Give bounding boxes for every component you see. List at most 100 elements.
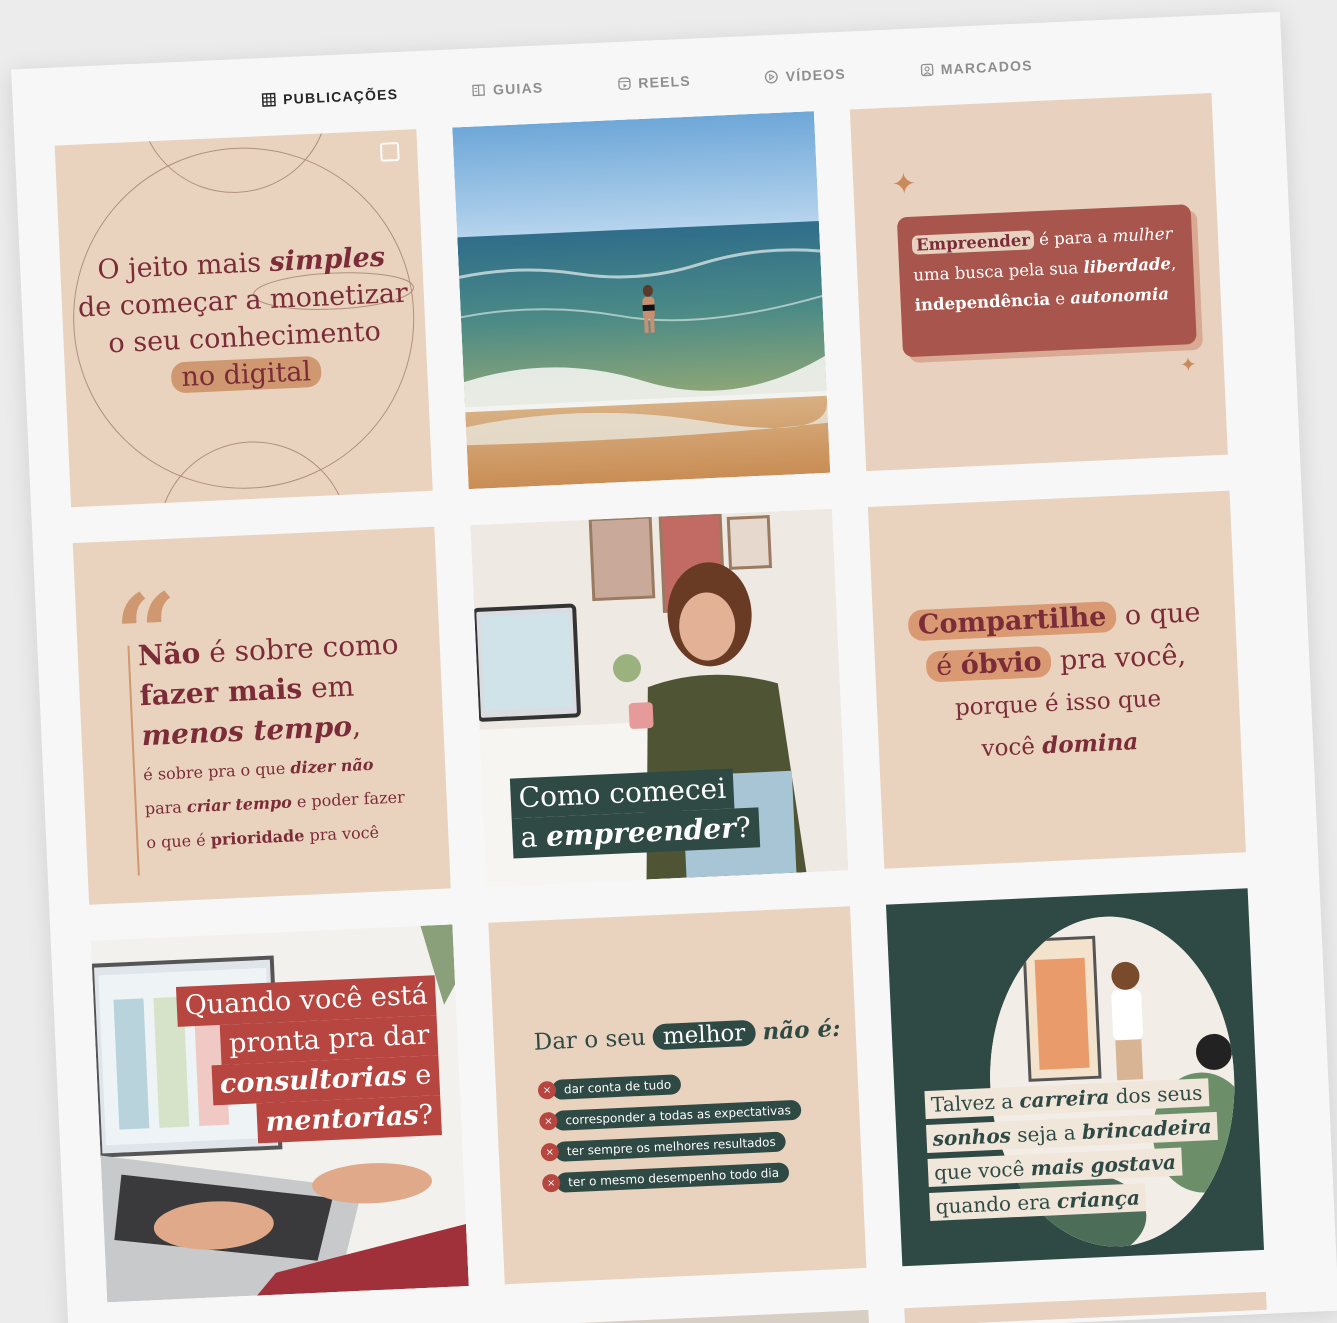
- tab-label: GUIAS: [492, 79, 544, 98]
- text-line: ,: [1170, 253, 1177, 274]
- text-emphasis: consultorias: [219, 1060, 408, 1101]
- post-consultorias[interactable]: Quando você está pronta pra dar consulto…: [90, 924, 469, 1303]
- list-item-label: ter o mesmo desempenho todo dia: [555, 1162, 790, 1193]
- text-emphasis: Não: [137, 636, 202, 673]
- text-line: O jeito mais: [96, 246, 271, 286]
- text-emphasis: independência: [914, 289, 1051, 315]
- text-emphasis: não é:: [761, 1014, 842, 1046]
- text-line: ?: [735, 810, 752, 845]
- text-emphasis: criar tempo: [186, 792, 293, 817]
- play-icon: [765, 70, 779, 84]
- posts-grid: O jeito mais simples de começar a moneti…: [54, 93, 1265, 1303]
- carousel-icon: [379, 141, 400, 162]
- text-line: ,: [351, 709, 362, 743]
- text-line: pra você,: [1050, 639, 1187, 677]
- quote-box: Empreender é para a mulher uma busca pel…: [896, 204, 1197, 358]
- text-line: em: [301, 669, 355, 705]
- post-title: Dar o seu melhor não é:: [533, 1015, 841, 1056]
- text-line: é para a: [1033, 226, 1114, 250]
- list-item: × corresponder a todas as expectativas: [539, 1099, 802, 1132]
- x-icon: ×: [541, 1173, 561, 1193]
- sparkle-icon: ✦: [890, 166, 918, 203]
- list-item-label: dar conta de tudo: [551, 1074, 682, 1100]
- tab-videos[interactable]: VÍDEOS: [764, 66, 846, 86]
- text-line: Talvez a: [930, 1088, 1020, 1117]
- text-emphasis: menos tempo: [140, 709, 353, 753]
- text-highlight: Empreender: [911, 230, 1035, 255]
- text-emphasis: autonomia: [1069, 284, 1170, 308]
- tab-label: PUBLICAÇÕES: [282, 85, 399, 108]
- list-item: × ter sempre os melhores resultados: [540, 1131, 802, 1163]
- text-emphasis: mulher: [1112, 223, 1173, 246]
- text-line: o que: [1115, 597, 1201, 632]
- text-line: pra você: [303, 822, 380, 845]
- text-highlight: Compartilhe: [907, 600, 1118, 642]
- stage: PUBLICAÇÕES GUIAS REELS VÍDEOS MARCADOS: [0, 0, 1337, 1323]
- x-icon: ×: [539, 1111, 558, 1131]
- post-nao-e-sobre[interactable]: “ Não é sobre como fazer mais em menos t…: [72, 526, 451, 905]
- text-emphasis: empreender: [545, 811, 737, 853]
- text-emphasis: sonhos: [932, 1123, 1012, 1151]
- text-emphasis: prioridade: [210, 825, 305, 850]
- tab-reels[interactable]: REELS: [617, 73, 691, 92]
- tab-label: VÍDEOS: [785, 65, 847, 85]
- post-compartilhe[interactable]: Compartilhe o que é óbvio pra você, porq…: [867, 490, 1246, 869]
- beach-photo: [452, 111, 831, 490]
- text-line: o que é: [145, 830, 212, 853]
- text-line: a: [519, 820, 547, 855]
- text-line: para: [144, 797, 188, 819]
- text-line: é sobre como: [199, 627, 400, 670]
- tab-label: MARCADOS: [940, 57, 1034, 78]
- text-emphasis: mentorias: [264, 1100, 420, 1138]
- post-caption: Como comecei a empreender?: [509, 767, 760, 859]
- post-caption: Talvez a carreira dos seus sonhos seja a…: [924, 1074, 1250, 1224]
- post-text: O jeito mais simples de começar a moneti…: [74, 238, 414, 401]
- tab-marcados[interactable]: MARCADOS: [919, 57, 1033, 78]
- x-icon: ×: [537, 1080, 557, 1100]
- reels-icon: [617, 77, 631, 90]
- post-text: Não é sobre como fazer mais em menos tem…: [137, 624, 429, 859]
- post-monetizar[interactable]: O jeito mais simples de começar a moneti…: [54, 129, 433, 508]
- tab-label: REELS: [637, 72, 692, 92]
- tab-guias[interactable]: GUIAS: [472, 79, 544, 98]
- list-item: × dar conta de tudo: [537, 1069, 800, 1101]
- text-highlight: melhor: [652, 1019, 756, 1051]
- text-line: é sobre pra o que: [142, 758, 291, 785]
- text-line: e poder fazer: [291, 787, 406, 812]
- text-line: seja a: [1010, 1120, 1083, 1148]
- list-item: × ter o mesmo desempenho todo dia: [541, 1162, 804, 1194]
- text-line: Dar o seu: [533, 1024, 647, 1056]
- post-beach-photo[interactable]: [452, 111, 831, 490]
- text-emphasis: dizer não: [289, 754, 374, 778]
- text-emphasis: brincadeira: [1081, 1114, 1213, 1144]
- sparkle-icon: ✦: [1179, 352, 1198, 377]
- checklist: × dar conta de tudo × corresponder a todas…: [537, 1069, 805, 1205]
- list-item-label: corresponder a todas as expectativas: [552, 1099, 802, 1131]
- text-line: uma busca pela sua: [913, 258, 1084, 285]
- grid-icon: [262, 92, 277, 107]
- text-line: quando era: [935, 1189, 1058, 1219]
- post-empreender[interactable]: ✦ ✦ Empreender é para a mulher uma busca…: [849, 93, 1228, 472]
- text-line: que você: [933, 1156, 1032, 1185]
- text-highlight: no digital: [170, 355, 322, 394]
- text-emphasis: fazer mais: [138, 671, 303, 713]
- text-emphasis: carreira: [1018, 1084, 1110, 1113]
- x-icon: ×: [540, 1142, 560, 1162]
- text-line: e: [405, 1059, 432, 1092]
- text-emphasis: criança: [1056, 1185, 1141, 1214]
- text-emphasis: mais gostava: [1030, 1149, 1177, 1181]
- text-line: dos seus: [1108, 1080, 1203, 1109]
- text-line: você: [981, 733, 1043, 763]
- guide-icon: [472, 84, 486, 97]
- post-caption: Quando você está pronta pra dar consulto…: [175, 975, 442, 1147]
- post-carreira-dos-sonhos[interactable]: Talvez a carreira dos seus sonhos seja a…: [885, 888, 1265, 1267]
- tagged-icon: [920, 63, 934, 77]
- post-dar-o-seu-melhor[interactable]: Dar o seu melhor não é: × dar conta de tu…: [488, 906, 867, 1285]
- text-emphasis: liberdade: [1083, 254, 1172, 278]
- text-line: ?: [417, 1099, 434, 1132]
- list-item-label: ter sempre os melhores resultados: [554, 1131, 787, 1162]
- post-text: Compartilhe o que é óbvio pra você, porq…: [882, 591, 1231, 774]
- tab-publicacoes[interactable]: PUBLICAÇÕES: [262, 85, 399, 108]
- text-emphasis: domina: [1041, 728, 1139, 760]
- post-como-comecei[interactable]: Como comecei a empreender?: [470, 508, 849, 887]
